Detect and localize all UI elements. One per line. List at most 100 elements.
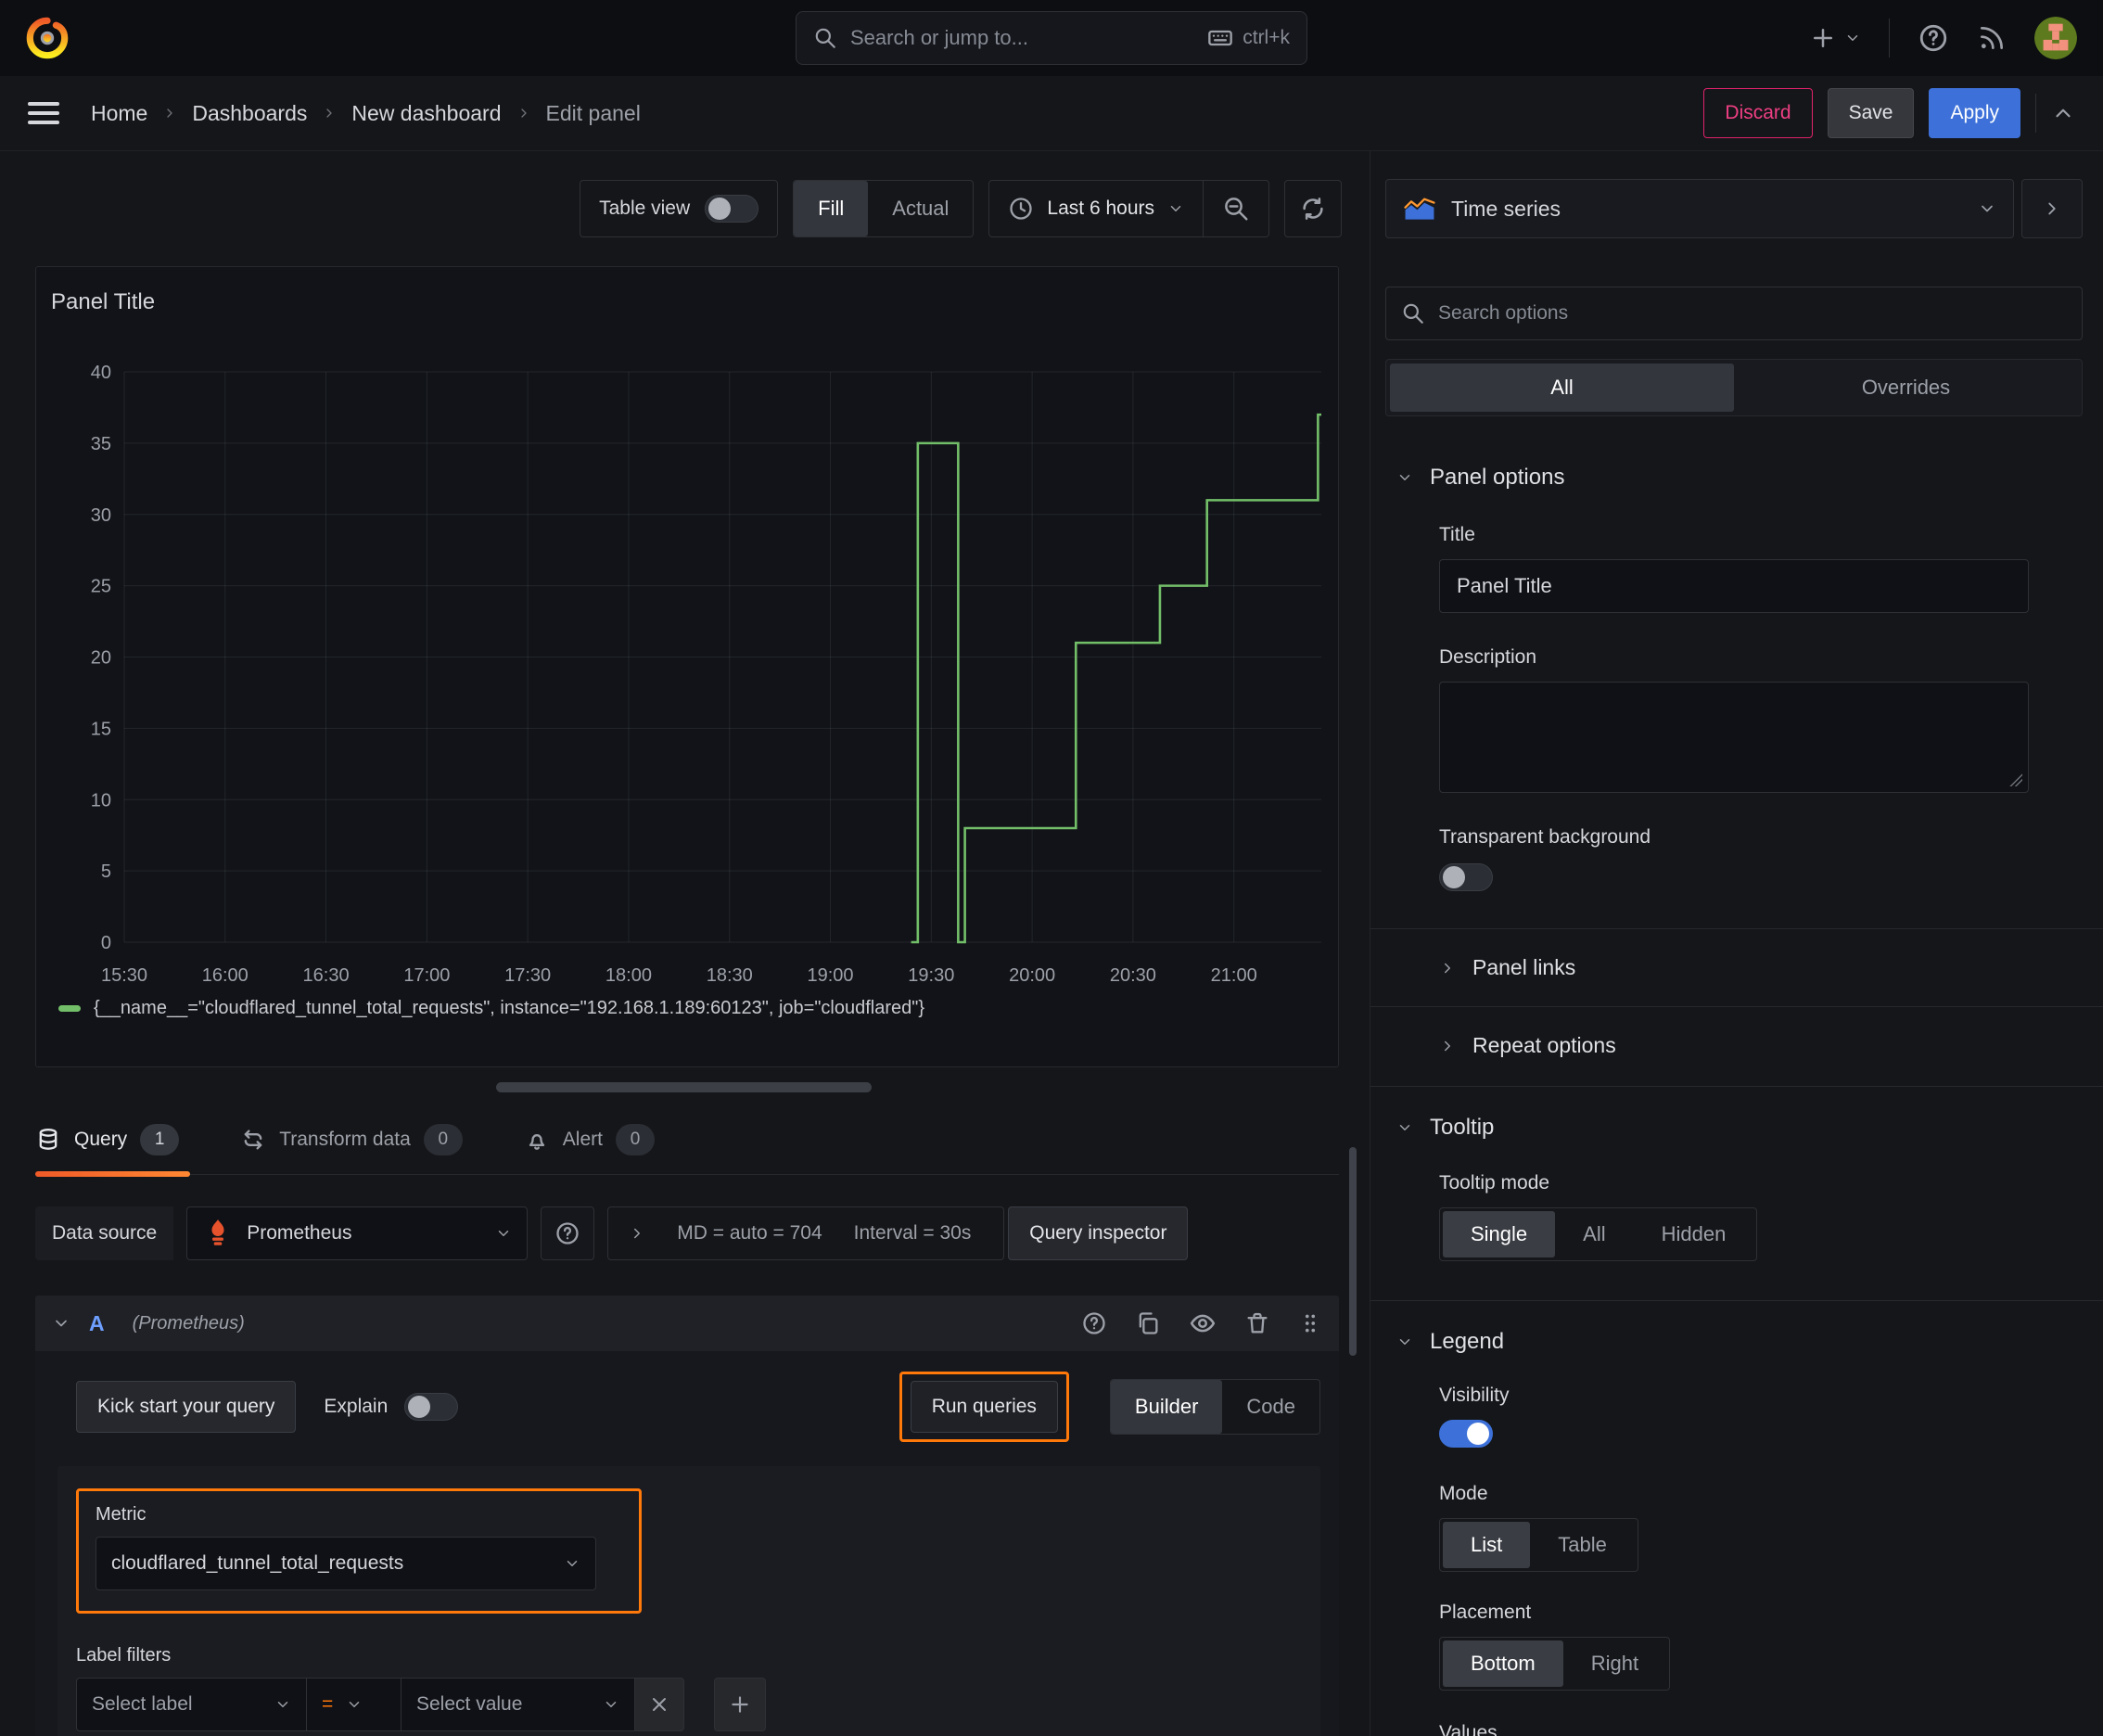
add-button[interactable]: [1809, 24, 1861, 52]
chevron-down-icon: [1396, 1334, 1413, 1350]
duplicate-icon[interactable]: [1135, 1310, 1161, 1336]
operator-dropdown[interactable]: =: [306, 1678, 401, 1731]
legend-values-label: Values: [1439, 1722, 1498, 1736]
builder-option[interactable]: Builder: [1110, 1380, 1223, 1434]
repeat-options-header[interactable]: Repeat options: [1439, 1033, 2083, 1058]
actual-option[interactable]: Actual: [868, 181, 973, 236]
tooltip-all-option[interactable]: All: [1555, 1211, 1633, 1257]
datasource-help-button[interactable]: [541, 1206, 595, 1260]
tab-query[interactable]: Query 1: [35, 1111, 191, 1177]
legend-header[interactable]: Legend: [1396, 1329, 2083, 1355]
legend-mode-table[interactable]: Table: [1530, 1522, 1635, 1568]
tab-all[interactable]: All: [1390, 364, 1734, 412]
svg-text:21:00: 21:00: [1211, 965, 1257, 986]
prometheus-icon: [202, 1218, 234, 1249]
chevron-down-icon: [1978, 199, 1996, 218]
description-textarea[interactable]: [1439, 682, 2029, 793]
legend-mode-switch: List Table: [1439, 1518, 1638, 1572]
legend-visibility-toggle[interactable]: [1439, 1420, 1493, 1448]
news-button[interactable]: [1977, 23, 2007, 53]
legend-mode-list[interactable]: List: [1443, 1522, 1531, 1568]
save-button[interactable]: Save: [1827, 88, 1915, 138]
zoom-out-button[interactable]: [1204, 181, 1268, 236]
visualization-picker[interactable]: Time series: [1385, 179, 2014, 238]
chevron-down-icon[interactable]: [52, 1314, 70, 1333]
select-label-placeholder: Select label: [92, 1693, 193, 1715]
trash-icon[interactable]: [1244, 1310, 1270, 1336]
time-series-viz-icon: [1403, 195, 1436, 223]
viz-suggestions-button[interactable]: [2021, 179, 2083, 238]
svg-text:18:30: 18:30: [707, 965, 753, 986]
chevron-right-icon: [2042, 198, 2062, 219]
code-option[interactable]: Code: [1222, 1380, 1319, 1434]
chart-legend[interactable]: {__name__="cloudflared_tunnel_total_requ…: [58, 998, 924, 1019]
kickstart-button[interactable]: Kick start your query: [76, 1381, 297, 1433]
textarea-resize-grip[interactable]: [2009, 773, 2022, 786]
eye-icon[interactable]: [1189, 1309, 1217, 1337]
remove-filter-button[interactable]: [634, 1678, 684, 1731]
legend-series-marker: [58, 1005, 81, 1012]
help-icon[interactable]: [1081, 1310, 1107, 1336]
breadcrumb-bar: Home Dashboards New dashboard Edit panel…: [0, 76, 2103, 151]
breadcrumb-home[interactable]: Home: [91, 101, 147, 126]
time-range-picker[interactable]: Last 6 hours: [989, 181, 1203, 236]
fill-option[interactable]: Fill: [794, 181, 869, 236]
panel-title-input[interactable]: [1439, 559, 2029, 613]
description-label: Description: [1439, 646, 1537, 668]
workspace: Table view Fill Actual Last 6 hours Pane…: [0, 151, 2103, 1736]
tab-overrides[interactable]: Overrides: [1734, 364, 2078, 412]
panel-resize-handle[interactable]: [496, 1082, 872, 1092]
options-search-input[interactable]: Search options: [1385, 287, 2083, 340]
avatar[interactable]: [2034, 17, 2077, 59]
transparent-bg-toggle[interactable]: [1439, 863, 1493, 891]
run-queries-button[interactable]: Run queries: [910, 1381, 1058, 1433]
add-filter-button[interactable]: [714, 1678, 766, 1731]
select-label-dropdown[interactable]: Select label: [76, 1678, 306, 1731]
time-range-label: Last 6 hours: [1047, 198, 1154, 219]
refresh-button[interactable]: [1284, 180, 1342, 237]
shortcut-text: ctrl+k: [1243, 27, 1290, 48]
menu-toggle-icon[interactable]: [28, 102, 59, 124]
breadcrumb-dashboards[interactable]: Dashboards: [192, 101, 307, 126]
svg-text:17:00: 17:00: [403, 965, 450, 986]
bell-icon: [524, 1127, 550, 1153]
grafana-logo-icon[interactable]: [26, 17, 69, 59]
chevron-right-icon: [1439, 960, 1456, 976]
legend-placement-switch: Bottom Right: [1439, 1637, 1671, 1691]
tab-transform[interactable]: Transform data 0: [240, 1111, 468, 1174]
scrollbar-thumb[interactable]: [1349, 1147, 1357, 1356]
apply-button[interactable]: Apply: [1929, 88, 2020, 138]
legend-placement-bottom[interactable]: Bottom: [1443, 1640, 1563, 1687]
query-options[interactable]: MD = auto = 704 Interval = 30s: [607, 1206, 1005, 1260]
metric-select[interactable]: cloudflared_tunnel_total_requests: [96, 1537, 596, 1590]
query-inspector-button[interactable]: Query inspector: [1008, 1206, 1189, 1260]
tab-alert[interactable]: Alert 0: [524, 1111, 660, 1174]
datasource-picker[interactable]: Prometheus: [186, 1206, 529, 1260]
refresh-icon: [1299, 195, 1327, 223]
clock-icon: [1008, 196, 1034, 222]
drag-handle-icon[interactable]: [1298, 1311, 1322, 1335]
query-ref-id[interactable]: A: [89, 1311, 105, 1336]
tooltip-single-option[interactable]: Single: [1443, 1211, 1556, 1257]
table-view-toggle[interactable]: [705, 195, 759, 223]
global-search-input[interactable]: Search or jump to... ctrl+k: [796, 11, 1307, 65]
discard-button[interactable]: Discard: [1703, 88, 1813, 138]
help-button[interactable]: [1918, 22, 1949, 54]
query-row-header[interactable]: A (Prometheus): [35, 1296, 1339, 1351]
breadcrumb-new-dashboard[interactable]: New dashboard: [351, 101, 501, 126]
panel-links-header[interactable]: Panel links: [1439, 955, 2083, 980]
tooltip-hidden-option[interactable]: Hidden: [1634, 1211, 1754, 1257]
label-filters-label: Label filters: [76, 1645, 172, 1666]
panel-options-header[interactable]: Panel options: [1396, 465, 2083, 491]
legend-placement-right[interactable]: Right: [1563, 1640, 1666, 1687]
table-view-control: Table view: [580, 180, 779, 237]
select-value-dropdown[interactable]: Select value: [401, 1678, 634, 1731]
explain-toggle[interactable]: [404, 1393, 459, 1421]
actions-divider: [2035, 94, 2036, 133]
panel-preview[interactable]: Panel Title 0 5 10 15 20 25 30 35 40 15:30 16:00 16…: [35, 266, 1339, 1067]
tooltip-mode-switch: Single All Hidden: [1439, 1207, 1758, 1261]
tooltip-header[interactable]: Tooltip: [1396, 1115, 2083, 1141]
tab-alert-count: 0: [615, 1124, 655, 1155]
rss-icon: [1977, 23, 2007, 53]
collapse-header-button[interactable]: [2051, 101, 2075, 125]
